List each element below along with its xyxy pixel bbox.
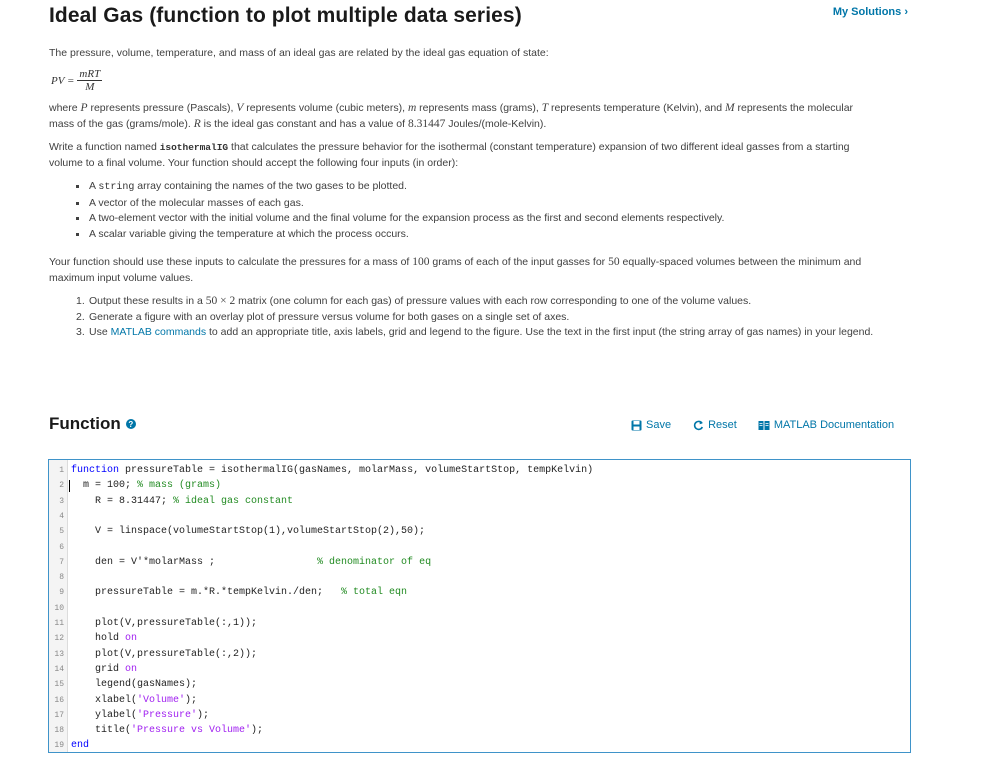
code-text: title('Pressure vs Volume'); [71,725,264,737]
code-text: den = V'*molarMass ; % denominator of eq [71,556,432,568]
line-number: 12 [54,634,64,644]
help-icon[interactable]: ? [125,419,136,429]
variable-definitions: where P represents pressure (Pascals), V… [49,102,854,130]
code-text: end [71,740,90,752]
code-line[interactable]: 12 hold on [49,631,910,646]
code-line[interactable]: 10 [49,601,910,616]
line-number: 15 [54,680,64,690]
editor-toolbar: Save Reset MATLAB Documentation [631,419,894,431]
equation-denominator: M [85,81,95,93]
save-button[interactable]: Save [631,419,671,431]
code-text: grid on [71,663,138,675]
save-icon [631,420,642,430]
list-item: 2. Generate a figure with an overlay plot… [76,310,570,323]
code-line[interactable]: 4 [49,509,910,524]
code-line[interactable]: 15 legend(gasNames); [49,677,910,692]
code-text: xlabel('Volume'); [71,694,198,706]
code-text: R = 8.31447; % ideal gas constant [71,495,294,507]
line-number: 19 [54,741,64,751]
line-number: 16 [54,695,64,705]
my-solutions-link[interactable]: My Solutions › [833,6,908,18]
list-item: 1. Output these results in a 50 × 2 matri… [76,295,752,307]
code-line[interactable]: 2 m = 100; % mass (grams) [49,478,910,493]
code-line[interactable]: 1 function pressureTable = isothermalIG(g… [49,463,910,478]
code-text: function pressureTable = isothermalIG(ga… [71,465,594,476]
matlab-commands-link[interactable]: MATLAB commands [111,326,207,338]
code-line[interactable]: 8 [49,570,910,585]
equation-fraction: mRT M [77,68,103,93]
code-line[interactable]: 9 pressureTable = m.*R.*tempKelvin./den;… [49,585,910,600]
inputs-list: A string array containing the names of t… [75,179,724,243]
code-line[interactable]: 6 [49,540,910,555]
code-text: plot(V,pressureTable(:,1)); [71,618,258,629]
code-text: m = 100; % mass (grams) [71,480,222,492]
list-item: A two-element vector with the initial vo… [75,211,724,227]
code-line[interactable]: 17 ylabel('Pressure'); [49,708,910,723]
line-number: 9 [59,588,64,598]
code-line[interactable]: 19 end [49,738,910,752]
line-number: 7 [59,557,64,567]
intro-text: The pressure, volume, temperature, and m… [49,47,549,59]
line-number: 2 [59,481,64,491]
line-number: 6 [59,542,64,552]
list-item: A vector of the molecular masses of each… [75,196,724,212]
line-number: 8 [59,573,64,583]
line-number: 1 [59,466,64,475]
reset-button[interactable]: Reset [693,419,737,431]
book-icon [758,420,770,430]
code-text: hold on [71,633,138,645]
line-number: 10 [54,603,64,613]
code-text: ylabel('Pressure'); [71,709,210,721]
code-line[interactable]: 16 xlabel('Volume'); [49,693,910,708]
task-description: Write a function named isothermalIG that… [49,141,850,169]
text-cursor [69,480,70,493]
matlab-documentation-button[interactable]: MATLAB Documentation [758,419,894,431]
line-number: 11 [54,619,64,628]
line-number: 17 [54,710,64,720]
line-number: 5 [59,527,64,537]
list-item: 3. Use MATLAB commands to add an appropri… [76,326,874,338]
usage-text: Your function should use these inputs to… [49,256,862,284]
equation-numerator: mRT [77,68,103,81]
page-title: Ideal Gas (function to plot multiple dat… [49,4,522,27]
function-section-title: Function ? [49,414,136,434]
code-line[interactable]: 5 V = linspace(volumeStartStop(1),volume… [49,524,910,539]
code-line[interactable]: 7 den = V'*molarMass ; % denominator of … [49,555,910,570]
line-number: 14 [54,664,64,674]
code-line[interactable]: 18 title('Pressure vs Volume'); [49,723,910,738]
steps-list: 1. Output these results in a 50 × 2 matri… [76,294,874,341]
list-item: A scalar variable giving the temperature… [75,227,724,243]
line-number: 4 [59,511,64,521]
ideal-gas-equation: PV = mRT M [51,68,103,93]
code-line[interactable]: 14 grid on [49,662,910,677]
code-line[interactable]: 11 plot(V,pressureTable(:,1)); [49,616,910,631]
equation-lhs: PV = [51,74,75,87]
reset-icon [693,420,704,430]
line-number: 3 [59,496,64,506]
code-editor[interactable]: 1 function pressureTable = isothermalIG(g… [48,459,911,753]
list-item: A string array containing the names of t… [75,179,724,196]
function-name: isothermalIG [159,142,229,153]
code-line[interactable]: 3 R = 8.31447; % ideal gas constant [49,494,910,509]
code-text: legend(gasNames); [71,679,198,691]
code-text: V = linspace(volumeStartStop(1),volumeSt… [71,526,426,538]
code-text: plot(V,pressureTable(:,2)); [71,648,258,660]
line-number: 18 [54,726,64,736]
code-line[interactable]: 13 plot(V,pressureTable(:,2)); [49,647,910,662]
line-number: 13 [54,649,64,659]
code-text: pressureTable = m.*R.*tempKelvin./den; %… [71,587,408,599]
